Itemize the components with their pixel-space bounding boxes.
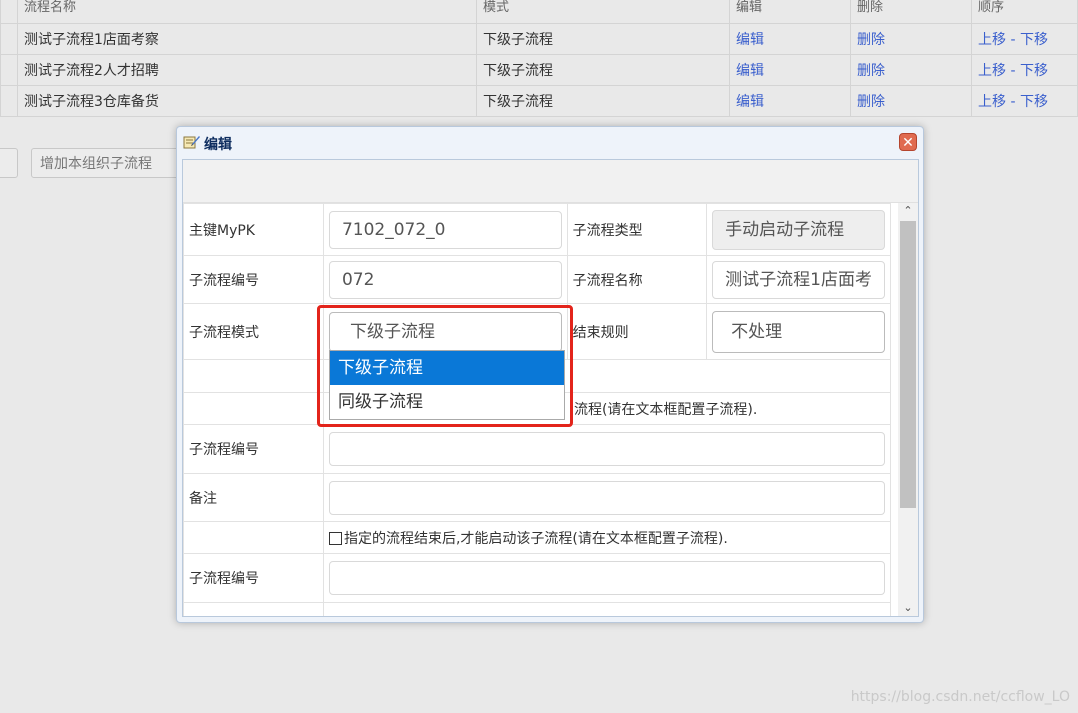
empty-cell	[183, 521, 324, 554]
dropdown-option-same-level[interactable]: 同级子流程	[330, 385, 564, 419]
form-row: 指定的流程结束后,才能启动该子流程(请在文本框配置子流程).	[183, 521, 892, 554]
table-row: 测试子流程3仓库备货 下级子流程 编辑 删除 上移 - 下移	[0, 85, 1078, 117]
move-down-link[interactable]: 下移	[1020, 63, 1048, 79]
move-up-link[interactable]: 上移	[978, 32, 1006, 48]
subflow-mode-dropdown: 下级子流程 同级子流程	[329, 350, 565, 420]
form-row	[183, 602, 892, 616]
subflow-list-table: 流程名称 模式 编辑 删除 顺序 测试子流程1店面考察 下级子流程 编辑 删除 …	[0, 0, 1078, 117]
row-mode: 下级子流程	[476, 54, 730, 86]
scrollbar-thumb[interactable]	[900, 221, 916, 508]
order-separator: -	[1006, 32, 1020, 48]
subflow-no-input-3[interactable]	[328, 561, 885, 595]
subflow-no-label: 子流程编号	[183, 255, 324, 304]
form-row: 子流程编号 072 子流程名称 测试子流程1店面考	[183, 255, 891, 304]
delete-link[interactable]: 删除	[857, 63, 885, 79]
row-name: 测试子流程1店面考察	[17, 23, 477, 55]
dialog-toolbar	[183, 160, 918, 203]
start-after-checkbox[interactable]	[328, 532, 342, 545]
empty-cell	[183, 359, 324, 393]
remark-input[interactable]	[328, 480, 885, 515]
close-button[interactable]: ✕	[899, 133, 917, 151]
edit-link[interactable]: 编辑	[736, 94, 764, 110]
header-order: 顺序	[971, 0, 1078, 24]
header-mode: 模式	[476, 0, 730, 24]
empty-cell	[183, 392, 324, 425]
dropdown-option-lower[interactable]: 下级子流程	[330, 351, 564, 385]
subflow-no-label-3: 子流程编号	[183, 553, 324, 603]
start-after-label: 指定的流程结束后,才能启动该子流程(请在文本框配置子流程).	[343, 530, 728, 547]
mypk-label: 主键MyPK	[183, 203, 324, 256]
subflow-no-field[interactable]: 072	[328, 260, 562, 299]
scroll-down-icon[interactable]: ⌄	[898, 600, 918, 616]
subflow-name-label: 子流程名称	[566, 255, 708, 304]
move-up-link[interactable]: 上移	[978, 94, 1006, 110]
subflow-no-label-2: 子流程编号	[183, 424, 324, 474]
subflow-mode-label: 子流程模式	[183, 303, 324, 360]
order-separator: -	[1006, 94, 1020, 110]
header-delete: 删除	[850, 0, 972, 24]
table-row: 测试子流程2人才招聘 下级子流程 编辑 删除 上移 - 下移	[0, 54, 1078, 86]
subflow-no-input-2[interactable]	[328, 432, 885, 466]
end-rule-select[interactable]: 不处理	[712, 310, 885, 353]
subflow-type-field[interactable]: 手动启动子流程	[712, 209, 885, 250]
partial-button[interactable]	[0, 148, 18, 178]
empty-cell	[322, 602, 892, 616]
delete-link[interactable]: 删除	[857, 94, 885, 110]
mypk-field[interactable]: 7102_072_0	[328, 210, 562, 249]
order-separator: -	[1006, 63, 1020, 79]
edit-link[interactable]: 编辑	[736, 63, 764, 79]
form-row: 备注	[183, 473, 892, 522]
vertical-scrollbar[interactable]: ⌃ ⌄	[898, 203, 918, 616]
row-spacer	[0, 85, 18, 117]
row-spacer	[0, 23, 18, 55]
edit-link[interactable]: 编辑	[736, 32, 764, 48]
header-spacer	[0, 0, 18, 24]
subflow-mode-select[interactable]: 下级子流程	[328, 311, 562, 352]
move-down-link[interactable]: 下移	[1020, 94, 1048, 110]
close-icon: ✕	[902, 135, 914, 151]
move-down-link[interactable]: 下移	[1020, 32, 1048, 48]
end-rule-label: 结束规则	[566, 303, 708, 360]
form-row: 主键MyPK 7102_072_0 子流程类型 手动启动子流程	[183, 203, 891, 256]
remark-label: 备注	[183, 473, 324, 522]
watermark: https://blog.csdn.net/ccflow_LO	[850, 689, 1070, 705]
subflow-name-field[interactable]: 测试子流程1店面考	[712, 260, 885, 299]
row-mode: 下级子流程	[476, 85, 730, 117]
dialog-title: 编辑	[204, 137, 232, 153]
move-up-link[interactable]: 上移	[978, 63, 1006, 79]
form-row: 子流程编号	[183, 424, 892, 474]
row-name: 测试子流程2人才招聘	[17, 54, 477, 86]
row-mode: 下级子流程	[476, 23, 730, 55]
row-name: 测试子流程3仓库备货	[17, 85, 477, 117]
scroll-up-icon[interactable]: ⌃	[898, 203, 918, 219]
checkbox-partial-label: 流程(请在文本框配置子流程).	[573, 401, 758, 418]
header-edit: 编辑	[729, 0, 851, 24]
form-row: 子流程编号	[183, 553, 892, 603]
add-org-subflow-button[interactable]: 增加本组织子流程	[31, 148, 181, 178]
table-row: 测试子流程1店面考察 下级子流程 编辑 删除 上移 - 下移	[0, 23, 1078, 55]
table-header-row: 流程名称 模式 编辑 删除 顺序	[0, 0, 1078, 24]
edit-icon	[183, 134, 200, 149]
delete-link[interactable]: 删除	[857, 32, 885, 48]
dialog-header: 编辑 ✕	[177, 127, 923, 157]
header-name: 流程名称	[17, 0, 477, 24]
subflow-type-label: 子流程类型	[566, 203, 708, 256]
empty-cell	[183, 602, 324, 616]
row-spacer	[0, 54, 18, 86]
